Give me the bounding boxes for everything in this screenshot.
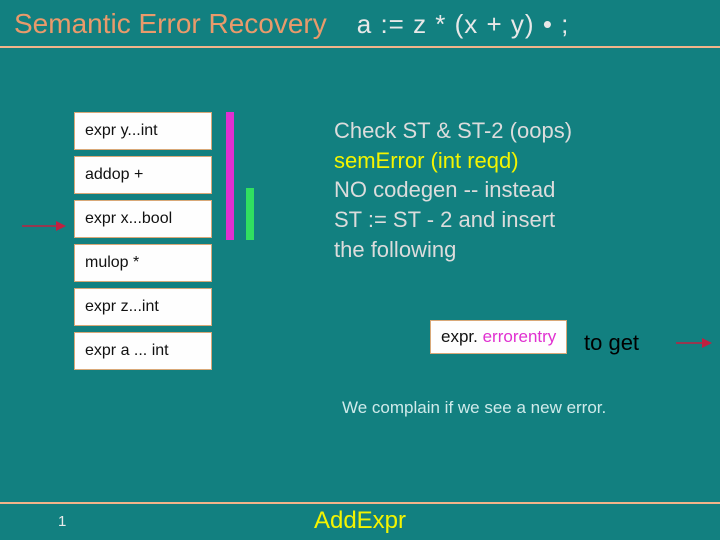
slide-title: Semantic Error Recovery xyxy=(14,8,327,40)
footer-label: AddExpr xyxy=(314,507,406,535)
page-number: 1 xyxy=(58,513,66,530)
stack-cell: expr x...bool xyxy=(74,200,212,238)
stack-cell: expr y...int xyxy=(74,112,212,150)
slide-content: expr y...int addop + expr x...bool mulop… xyxy=(0,48,720,478)
range-bar-magenta xyxy=(226,112,234,240)
text-line: the following xyxy=(334,235,572,265)
error-entry-label: errorentry xyxy=(483,327,557,346)
semantic-stack: expr y...int addop + expr x...bool mulop… xyxy=(74,112,212,370)
code-expression: a := z * (x + y) • ; xyxy=(357,9,570,40)
stack-cell: expr z...int xyxy=(74,288,212,326)
arrow-right-icon xyxy=(676,336,712,355)
slide-header: Semantic Error Recovery a := z * (x + y)… xyxy=(0,0,720,46)
stack-cell: mulop * xyxy=(74,244,212,282)
complain-note: We complain if we see a new error. xyxy=(342,398,606,418)
slide-footer: 1 AddExpr xyxy=(0,506,720,536)
range-bar-green xyxy=(246,188,254,240)
text-line: ST := ST - 2 and insert xyxy=(334,205,572,235)
explanation-text: Check ST & ST-2 (oops) semError (int req… xyxy=(334,116,572,264)
arrow-right-icon xyxy=(22,218,66,239)
text-line: Check ST & ST-2 (oops) xyxy=(334,116,572,146)
stack-cell: addop + xyxy=(74,156,212,194)
text-line-error: semError (int reqd) xyxy=(334,146,572,176)
error-entry-box: expr. errorentry xyxy=(430,320,567,354)
stack-cell: expr a ... int xyxy=(74,332,212,370)
error-prefix: expr. xyxy=(441,327,483,346)
divider-bottom xyxy=(0,502,720,504)
to-get-label: to get xyxy=(584,330,639,356)
text-line: NO codegen -- instead xyxy=(334,175,572,205)
